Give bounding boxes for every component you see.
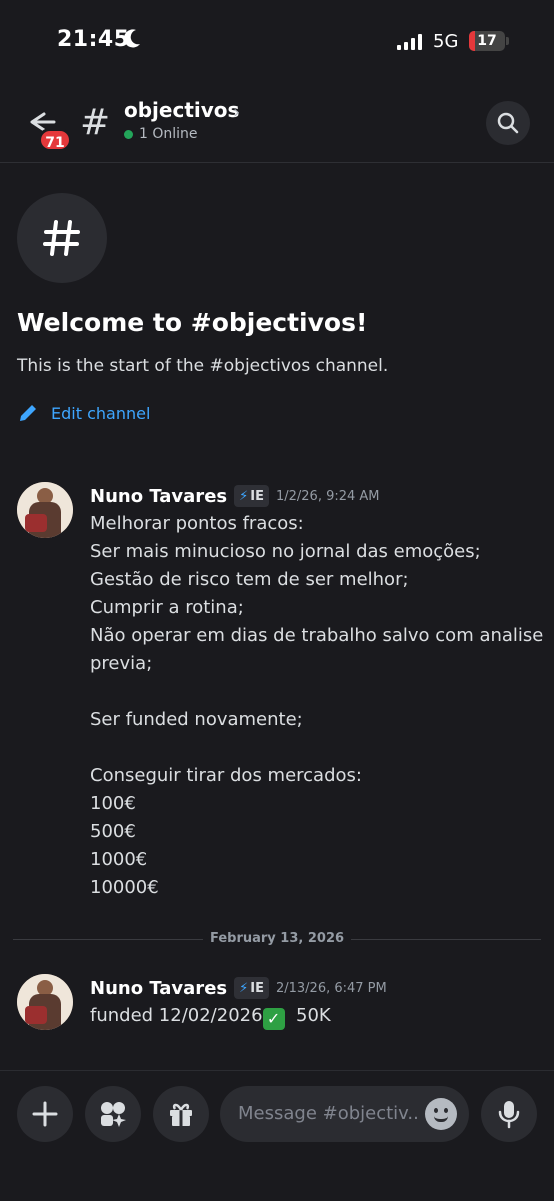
message-line: [90, 678, 543, 706]
server-tag[interactable]: ⚡ IE: [234, 977, 269, 999]
message-line: funded 12/02/2026 ✓ 50K: [90, 1002, 331, 1030]
welcome-subtitle: This is the start of the #objectivos cha…: [17, 356, 389, 376]
message-body: funded 12/02/2026 ✓ 50K: [90, 1002, 331, 1030]
apps-button[interactable]: [85, 1086, 141, 1142]
pencil-icon: [20, 405, 36, 421]
date-divider: February 13, 2026: [13, 928, 541, 952]
gift-button[interactable]: [153, 1086, 209, 1142]
online-text: 1 Online: [139, 126, 198, 142]
avatar[interactable]: [17, 482, 73, 538]
avatar[interactable]: [17, 974, 73, 1030]
author-name[interactable]: Nuno Tavares: [90, 978, 227, 999]
message-line: previa;: [90, 653, 153, 674]
gift-icon: [170, 1103, 192, 1126]
online-dot: [124, 129, 133, 139]
message-text: 50K: [284, 1005, 331, 1026]
message-meta: Nuno Tavares ⚡ IE 1/2/26, 9:24 AM: [90, 482, 380, 510]
status-bar: 21:45 5G 17: [0, 0, 554, 80]
welcome-title: Welcome to #objectivos!: [17, 308, 368, 337]
check-emoji-icon: ✓: [262, 1008, 285, 1030]
battery-tip: [506, 37, 509, 45]
server-tag-label: IE: [250, 980, 264, 996]
microphone-icon: [498, 1101, 520, 1129]
signal-icon: [397, 34, 422, 50]
voice-message-button[interactable]: [481, 1086, 537, 1142]
channel-header: 71 # objectivos › 1 Online: [0, 80, 554, 163]
message-line: Melhorar pontos fracos:: [90, 513, 304, 534]
search-button[interactable]: [486, 101, 530, 145]
battery-icon: 17: [469, 31, 505, 51]
emoji-icon[interactable]: [425, 1098, 457, 1130]
moon-icon: [123, 29, 140, 48]
plus-icon: [32, 1101, 58, 1127]
online-status: 1 Online: [124, 126, 198, 142]
chevron-right-icon[interactable]: ›: [233, 102, 240, 123]
message-line: Gestão de risco tem de ser melhor;: [90, 569, 409, 590]
add-attachment-button[interactable]: [17, 1086, 73, 1142]
message-composer: Message #objectiv..: [0, 1070, 554, 1201]
bolt-icon: ⚡: [239, 488, 249, 504]
search-icon: [497, 112, 519, 134]
edit-channel-button[interactable]: Edit channel: [17, 402, 150, 424]
message-line: Ser mais minucioso no jornal das emoções…: [90, 541, 481, 562]
message-line: Ser funded novamente;: [90, 709, 303, 730]
server-tag[interactable]: ⚡ IE: [234, 485, 269, 507]
message-line: 10000€: [90, 877, 159, 898]
message-text: funded 12/02/2026: [90, 1005, 263, 1026]
channel-hash-avatar: [17, 193, 107, 283]
apps-icon: [101, 1102, 126, 1127]
hash-icon: [43, 220, 80, 256]
date-divider-label: February 13, 2026: [209, 931, 345, 946]
bolt-icon: ⚡: [239, 980, 249, 996]
message-line: Cumprir a rotina;: [90, 597, 244, 618]
message-line: [90, 734, 543, 762]
message-line: 1000€: [90, 849, 148, 870]
message-line: 100€: [90, 793, 136, 814]
timestamp: 2/13/26, 6:47 PM: [275, 980, 387, 996]
message-line: Conseguir tirar dos mercados:: [90, 765, 362, 786]
unread-badge: 71: [38, 128, 72, 152]
author-name[interactable]: Nuno Tavares: [90, 486, 227, 507]
server-tag-label: IE: [250, 488, 264, 504]
message-line: Não operar em dias de trabalho salvo com…: [90, 625, 544, 646]
timestamp: 1/2/26, 9:24 AM: [275, 488, 380, 504]
message-placeholder: Message #objectiv..: [238, 1103, 419, 1124]
message-line: 500€: [90, 821, 136, 842]
status-time: 21:45: [57, 27, 130, 52]
network-type: 5G: [433, 31, 459, 52]
edit-channel-label: Edit channel: [51, 403, 151, 423]
channel-name[interactable]: objectivos: [124, 98, 239, 122]
message-meta: Nuno Tavares ⚡ IE 2/13/26, 6:47 PM: [90, 974, 387, 1002]
message-input[interactable]: Message #objectiv..: [220, 1086, 469, 1142]
message-body: Melhorar pontos fracos: Ser mais minucio…: [90, 510, 543, 902]
battery-level: 17: [477, 33, 497, 49]
hash-icon: #: [80, 102, 111, 143]
